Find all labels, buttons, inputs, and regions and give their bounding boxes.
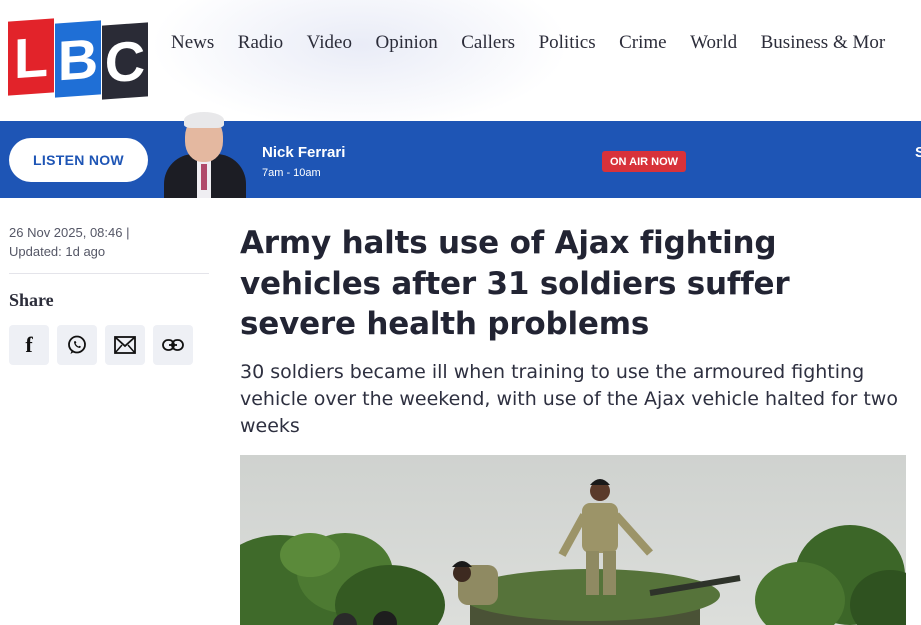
nav-item-world[interactable]: World [690, 32, 737, 54]
presenter-photo [160, 108, 250, 198]
share-title: Share [9, 290, 54, 310]
nav-item-business[interactable]: Business & Mor [761, 32, 886, 54]
logo-letter-l: L [8, 18, 54, 96]
nav-item-news[interactable]: News [171, 32, 214, 54]
show-time: 7am - 10am [262, 167, 321, 179]
hero-image [240, 455, 906, 625]
sidebar-divider [9, 273, 209, 274]
facebook-icon: f [25, 332, 33, 357]
whatsapp-icon [68, 335, 86, 354]
publish-date: 26 Nov 2025, 08:46 | [9, 225, 130, 240]
main-nav: News Radio Video Opinion Callers Politic… [171, 32, 909, 54]
article-meta: 26 Nov 2025, 08:46 | Updated: 1d ago [9, 223, 209, 261]
updated-time: Updated: 1d ago [9, 244, 106, 259]
listen-now-button[interactable]: LISTEN NOW [9, 138, 148, 182]
nav-item-radio[interactable]: Radio [238, 32, 283, 54]
share-email-button[interactable] [105, 325, 145, 365]
share-buttons: f [9, 325, 193, 365]
link-icon [162, 339, 184, 351]
share-whatsapp-button[interactable] [57, 325, 97, 365]
nav-item-callers[interactable]: Callers [461, 32, 515, 54]
share-link-button[interactable] [153, 325, 193, 365]
lbc-logo[interactable]: L B C [8, 18, 148, 100]
bar-edge-text: S [915, 144, 921, 161]
nav-item-opinion[interactable]: Opinion [375, 32, 437, 54]
share-facebook-button[interactable]: f [9, 325, 49, 365]
nav-item-politics[interactable]: Politics [539, 32, 596, 54]
article-headline: Army halts use of Ajax fighting vehicles… [240, 225, 790, 342]
live-radio-bar: LISTEN NOW [0, 121, 921, 198]
presenter-name[interactable]: Nick Ferrari [262, 144, 345, 161]
email-icon [114, 336, 136, 354]
site-header: L B C News Radio Video Opinion Callers P… [0, 0, 921, 121]
article-standfirst: 30 soldiers became ill when training to … [240, 361, 898, 437]
soldiers-on-vehicle-photo [240, 455, 906, 625]
logo-letter-b: B [55, 20, 101, 98]
nav-item-crime[interactable]: Crime [619, 32, 667, 54]
nav-item-video[interactable]: Video [307, 32, 352, 54]
on-air-badge: ON AIR NOW [602, 151, 687, 172]
logo-letter-c: C [102, 22, 148, 100]
